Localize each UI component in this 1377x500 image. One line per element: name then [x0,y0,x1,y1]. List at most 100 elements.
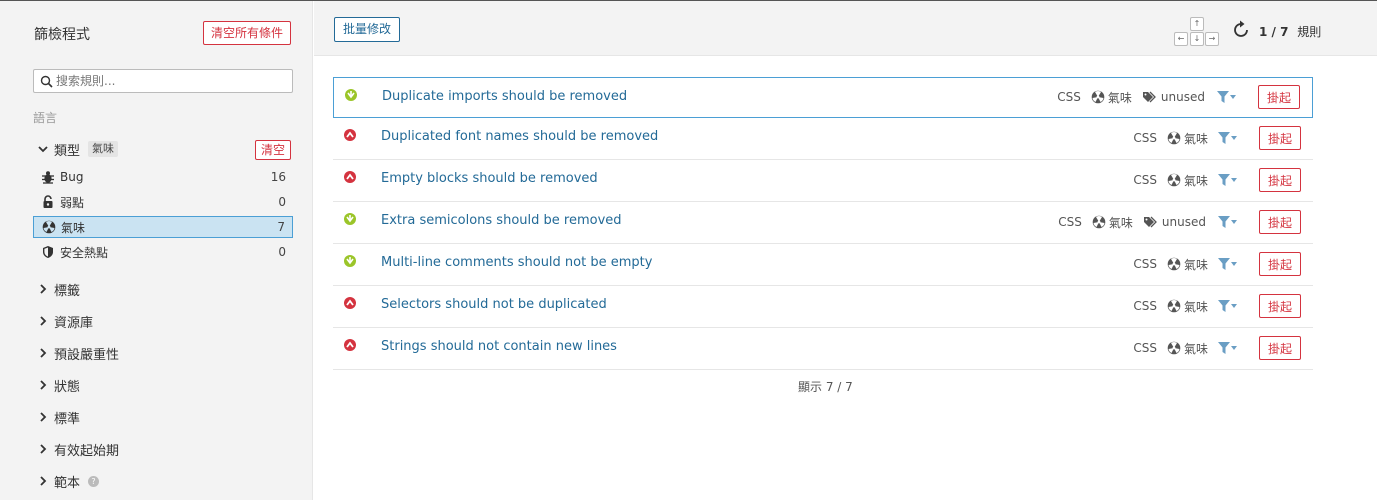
rule-type-label: 氣味 [1108,215,1133,230]
caret-down-icon [1231,178,1237,182]
deactivate-rule-button[interactable]: 掛起 [1259,252,1301,276]
rule-tag-label: unused [1161,215,1206,229]
rule-row[interactable]: Selectors should not be duplicated CSS 氣… [333,286,1313,328]
deactivate-rule-button[interactable]: 掛起 [1259,126,1301,150]
rule-type: 氣味 [1167,256,1208,273]
similar-rules-filter[interactable] [1218,216,1238,228]
caret-down-icon [1231,136,1237,140]
keyboard-shortcuts-hint: ↑ ← ↓ → [1174,17,1219,47]
rule-tags: unused [1143,215,1206,229]
deactivate-rule-button[interactable]: 掛起 [1259,210,1301,234]
rule-row[interactable]: Duplicated font names should be removed … [333,118,1313,160]
facet-tags[interactable]: 標籤 [36,279,80,299]
filter-icon [1217,91,1229,103]
deactivate-rule-button[interactable]: 掛起 [1259,336,1301,360]
search-input[interactable] [56,72,286,90]
clear-type-facet-button[interactable]: 清空 [255,140,292,160]
type-item-vulnerability[interactable]: 弱點 0 [33,191,293,213]
shown-count: 顯示 7 / 7 [798,380,853,394]
smell-icon [1167,299,1181,313]
caret-down-icon [1231,304,1237,308]
facet-available-since[interactable]: 有效起始期 [36,439,119,459]
rule-name-link[interactable]: Multi-line comments should not be empty [381,255,652,270]
facet-label: 有效起始期 [54,443,120,459]
rule-meta: CSS 氣味 unused 掛起 [1057,85,1300,109]
sidebar-title: 篩檢程式 [34,27,90,43]
filter-icon [1218,132,1230,144]
deactivate-rule-button[interactable]: 掛起 [1259,294,1301,318]
rule-name-link[interactable]: Duplicate imports should be removed [382,89,627,104]
facet-template[interactable]: 範本 ? [36,471,100,491]
facet-repository[interactable]: 資源庫 [36,311,93,331]
arrow-left-key-icon: ← [1174,32,1188,46]
facet-label: 預設嚴重性 [54,347,120,363]
type-item-label: 弱點 [60,195,85,210]
deactivate-rule-button[interactable]: 掛起 [1258,85,1300,109]
caret-down-icon [1231,220,1237,224]
type-facet-header[interactable]: 類型 氣味 [36,139,119,159]
help-icon[interactable]: ? [88,475,100,487]
reload-icon[interactable] [1231,20,1251,40]
rule-row[interactable]: Duplicate imports should be removed CSS … [333,77,1313,118]
rule-row[interactable]: Strings should not contain new lines CSS… [333,328,1313,370]
rule-count-total: 7 [1280,25,1289,39]
type-facet-label: 類型 [54,143,81,159]
severity-minor-icon [344,213,356,225]
rule-type-label: 氣味 [1183,173,1208,188]
similar-rules-filter[interactable] [1218,258,1238,270]
type-item-count: 7 [277,220,285,234]
deactivate-rule-button[interactable]: 掛起 [1259,168,1301,192]
smell-icon [1167,173,1181,187]
smell-icon [41,219,57,235]
rule-row[interactable]: Multi-line comments should not be empty … [333,244,1313,286]
bulk-change-button[interactable]: 批量修改 [334,17,401,42]
arrow-right-key-icon: → [1205,32,1219,46]
rule-name-link[interactable]: Strings should not contain new lines [381,339,617,354]
type-item-count: 0 [278,245,286,259]
rule-name-link[interactable]: Selectors should not be duplicated [381,297,607,312]
type-item-code-smell[interactable]: 氣味 7 [33,216,293,238]
rule-name-link[interactable]: Empty blocks should be removed [381,171,598,186]
rule-type-label: 氣味 [1183,341,1208,356]
facet-default-severity[interactable]: 預設嚴重性 [36,343,119,363]
rule-meta: CSS 氣味 掛起 [1133,126,1301,150]
rule-tags: unused [1142,90,1205,104]
smell-icon [1092,215,1106,229]
similar-rules-filter[interactable] [1218,132,1238,144]
rule-name-link[interactable]: Duplicated font names should be removed [381,129,658,144]
rule-meta: CSS 氣味 掛起 [1133,252,1301,276]
rule-type: 氣味 [1167,130,1208,147]
caret-down-icon [1231,346,1237,350]
rule-name-link[interactable]: Extra semicolons should be removed [381,213,622,228]
facet-label: 資源庫 [54,315,94,331]
rule-type: 氣味 [1091,89,1132,106]
tags-icon [1143,216,1157,228]
severity-major-icon [344,129,356,141]
clear-all-filters-button[interactable]: 清空所有條件 [203,21,292,45]
rule-language: CSS [1133,173,1157,187]
rule-type-label: 氣味 [1183,257,1208,272]
rule-language: CSS [1058,215,1082,229]
smell-icon [1091,90,1105,104]
type-item-bug[interactable]: Bug 16 [33,166,293,188]
facet-standards[interactable]: 標準 [36,407,80,427]
rule-search-box[interactable] [33,69,293,93]
rule-row[interactable]: Empty blocks should be removed CSS 氣味 掛起 [333,160,1313,202]
similar-rules-filter[interactable] [1218,342,1238,354]
similar-rules-filter[interactable] [1217,91,1237,103]
similar-rules-filter[interactable] [1218,174,1238,186]
type-item-security-hotspot[interactable]: 安全熱點 0 [33,241,293,263]
bug-icon [40,169,56,185]
arrow-up-key-icon: ↑ [1190,17,1204,31]
rule-row[interactable]: Extra semicolons should be removed CSS 氣… [333,202,1313,244]
smell-icon [1167,257,1181,271]
chevron-right-icon [40,348,47,358]
rule-type-label: 氣味 [1183,131,1208,146]
type-item-label: 安全熱點 [60,245,109,260]
chevron-right-icon [40,380,47,390]
facet-label: 標準 [54,411,81,427]
chevron-right-icon [40,444,47,454]
type-item-label: Bug [60,170,84,184]
similar-rules-filter[interactable] [1218,300,1238,312]
facet-status[interactable]: 狀態 [36,375,80,395]
